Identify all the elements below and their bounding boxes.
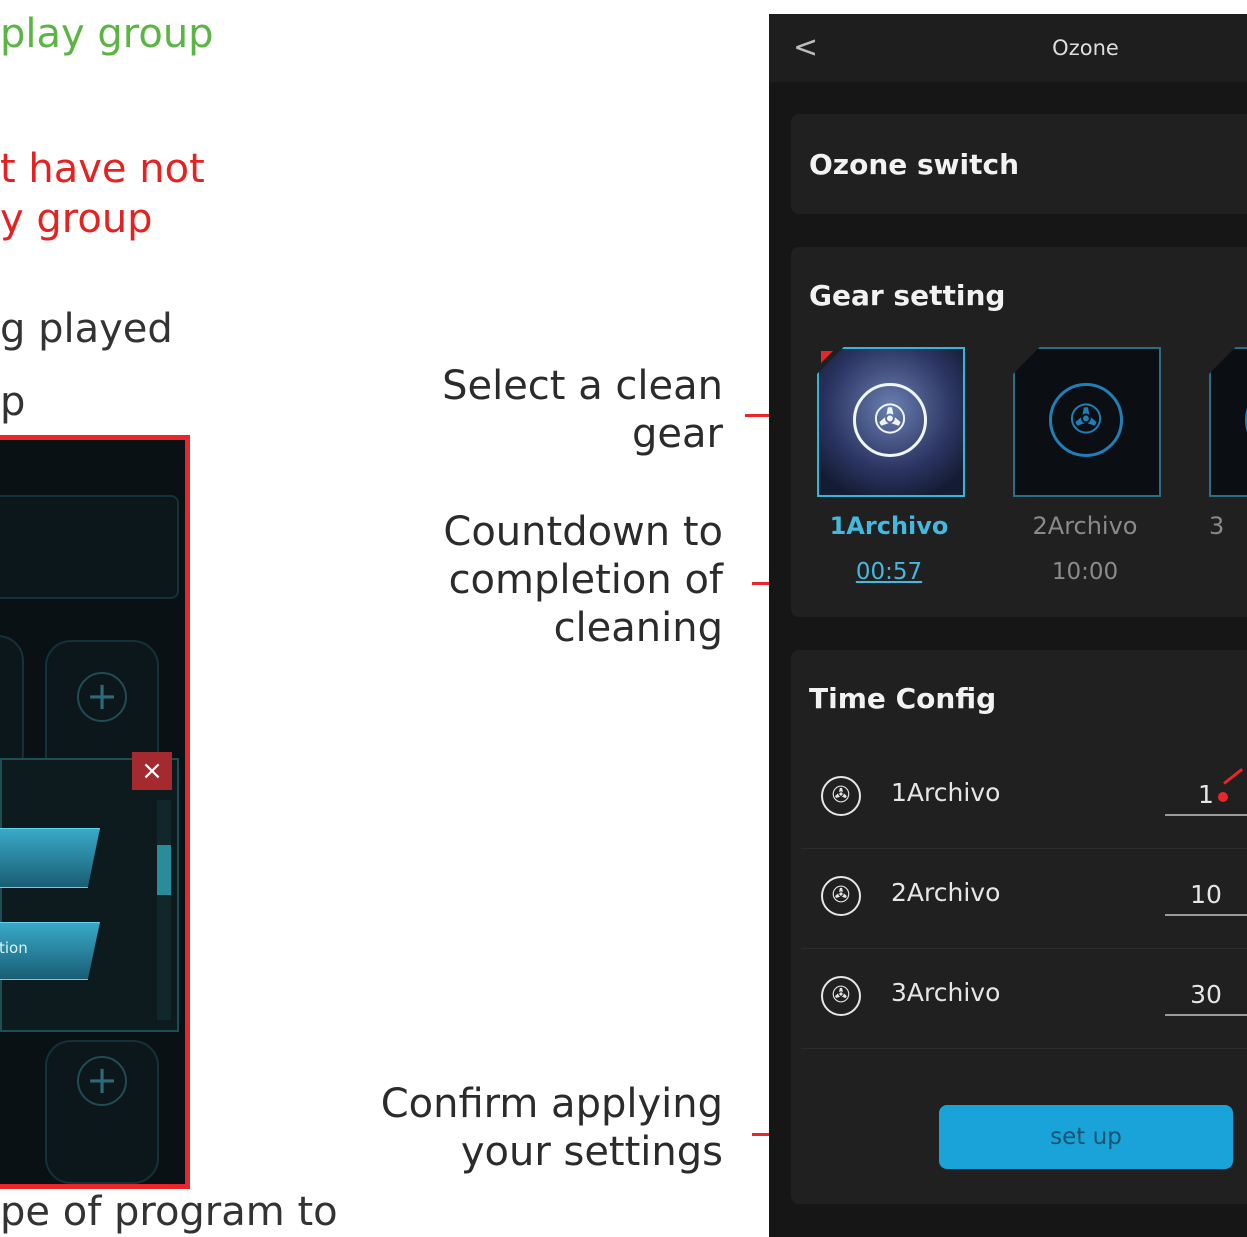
annotation-select-gear: Select a clean gear [442, 362, 723, 458]
fan-1-icon: ✇ [821, 776, 861, 816]
phone-screen: < Ozone Ozone switch Gear setting ✇ 1Arc… [769, 14, 1247, 1237]
time-input[interactable]: 10 [1165, 876, 1247, 916]
left-text-line1: play group [0, 11, 214, 57]
gear-2-button[interactable]: ✇ [1013, 347, 1161, 497]
annotation-line: cleaning [553, 605, 723, 651]
gear-1-button[interactable]: ✇ [817, 347, 965, 497]
option-button-2[interactable]: tion [0, 922, 100, 980]
annotation-line: your settings [460, 1129, 723, 1175]
ozone-switch-label: Ozone switch [809, 148, 1020, 181]
cropped-screenshot: + × tion + [0, 435, 190, 1189]
close-icon[interactable]: × [132, 752, 172, 790]
row-label: 1Archivo [891, 778, 1001, 807]
annotation-confirm: Confirm applying your settings [381, 1080, 723, 1176]
time-input[interactable]: 30 [1165, 976, 1247, 1016]
annotation-line: completion of [448, 557, 723, 603]
time-config-title: Time Config [809, 682, 997, 715]
option-label: tion [0, 939, 28, 957]
row-label: 2Archivo [891, 878, 1001, 907]
top-bar: < Ozone [769, 14, 1247, 82]
gear-3-name: 3 [1209, 512, 1225, 540]
left-text-line3: y group [0, 196, 153, 242]
annotation-line: Confirm applying [380, 1081, 723, 1127]
fan-2-icon: ✇ [1049, 383, 1123, 457]
top-panel [0, 495, 179, 599]
dialog-panel: × tion [0, 752, 179, 1032]
plus-icon[interactable]: + [77, 1056, 127, 1106]
fan-3-icon: ✇ [821, 976, 861, 1016]
time-config-row: ✇ 3Archivo 30 [801, 948, 1247, 1049]
fan-2-icon: ✇ [821, 876, 861, 916]
row-label: 3Archivo [891, 978, 1001, 1007]
time-input[interactable]: 1 [1165, 776, 1247, 816]
scrollbar-thumb[interactable] [157, 845, 171, 895]
selected-marker [821, 351, 833, 363]
left-text-line2: t have not [0, 146, 205, 192]
annotation-line: gear [632, 411, 723, 457]
time-config-row: ✇ 1Archivo 1 [801, 748, 1247, 849]
set-up-button[interactable]: set up [939, 1105, 1233, 1169]
left-text-line5: p [0, 379, 26, 425]
gear-2-name: 2Archivo [1032, 512, 1138, 540]
slot-bottom: + [45, 1040, 159, 1184]
gear-3-button[interactable]: ✇ [1209, 347, 1247, 497]
leader-dot [1218, 792, 1228, 802]
plus-icon[interactable]: + [77, 672, 127, 722]
annotation-line: Select a clean [442, 363, 723, 409]
left-text-line4: g played [0, 306, 173, 352]
gear-2-time: 10:00 [1051, 559, 1119, 585]
page-title: Ozone [1052, 36, 1119, 60]
gear-1-name: 1Archivo [829, 512, 949, 540]
ozone-switch-card: Ozone switch [791, 114, 1247, 214]
left-text-line6: pe of program to [0, 1189, 338, 1235]
scrollbar[interactable] [157, 800, 171, 1020]
annotation-line: Countdown to [443, 509, 723, 555]
gear-setting-card: Gear setting ✇ 1Archivo 00:57 ✇ 2Archivo… [791, 247, 1247, 617]
gear-1-countdown: 00:57 [855, 559, 923, 585]
gear-setting-title: Gear setting [809, 279, 1006, 312]
annotation-countdown: Countdown to completion of cleaning [443, 508, 723, 652]
fan-1-icon: ✇ [853, 383, 927, 457]
option-button-1[interactable] [0, 828, 100, 888]
time-config-row: ✇ 2Archivo 10 [801, 848, 1247, 949]
